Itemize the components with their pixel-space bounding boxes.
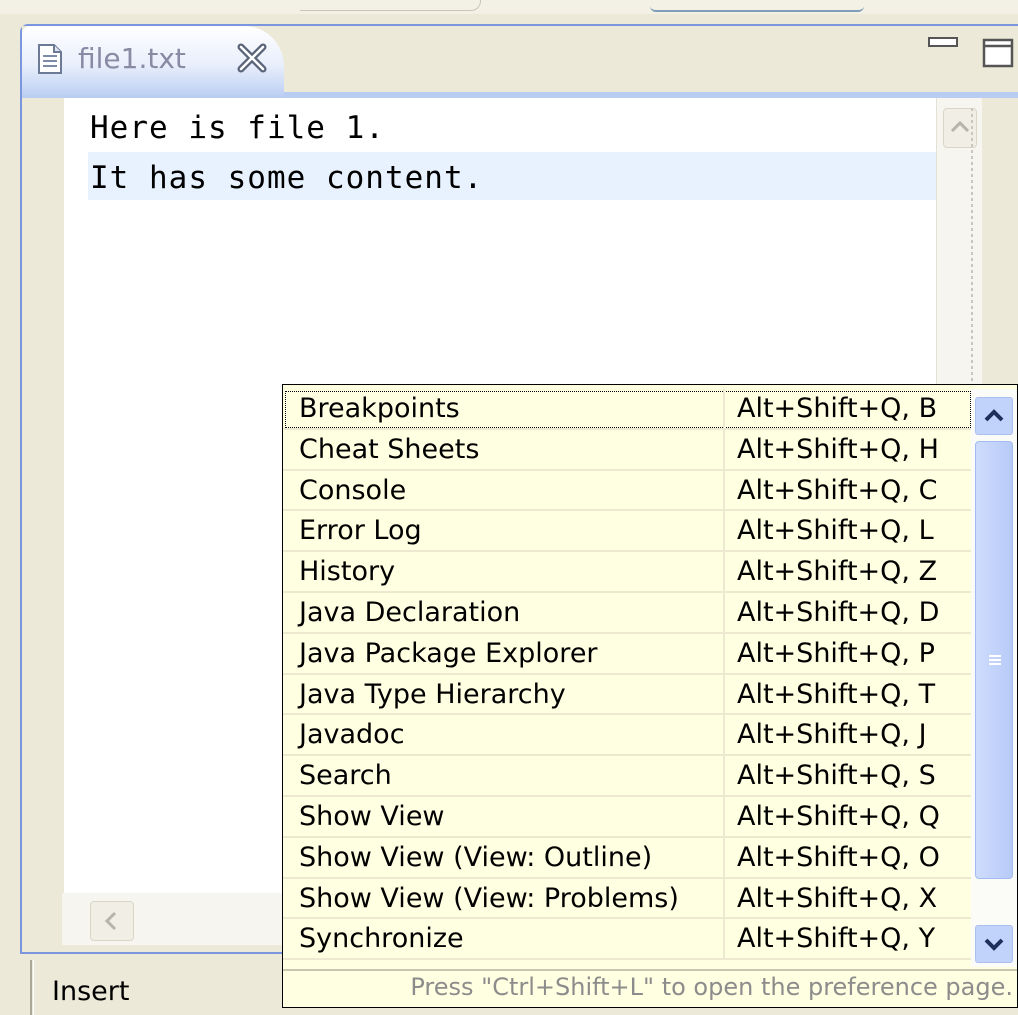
quick-access-item-shortcut: Alt+Shift+Q, P: [737, 637, 935, 669]
quick-access-item[interactable]: Breakpoints Alt+Shift+Q, B: [283, 389, 973, 430]
background-tab-edge: [650, 0, 864, 12]
column-separator: [723, 878, 725, 918]
quick-access-scrollbar[interactable]: [971, 389, 1017, 967]
status-insert-mode: Insert: [52, 976, 130, 1007]
top-strip: [0, 0, 1018, 14]
quick-access-item-name: Show View: [299, 801, 445, 832]
minimize-icon[interactable]: [928, 34, 958, 54]
quick-access-item-shortcut: Alt+Shift+Q, H: [737, 433, 939, 465]
preference-hint: Press "Ctrl+Shift+L" to open the prefere…: [410, 973, 1013, 1001]
quick-access-item[interactable]: Show View Alt+Shift+Q, Q: [283, 797, 973, 838]
quick-access-item-shortcut: Alt+Shift+Q, S: [737, 760, 936, 792]
quick-access-item-name: Breakpoints: [299, 393, 460, 424]
quick-access-item-shortcut: Alt+Shift+Q, T: [737, 678, 936, 710]
scroll-down-button[interactable]: [975, 925, 1013, 963]
column-separator: [723, 715, 725, 755]
editor-text-lines: Here is file 1. It has some content.: [64, 98, 936, 298]
chevron-down-icon: [984, 938, 1004, 951]
quick-access-item-name: Cheat Sheets: [299, 433, 480, 465]
editor-line-1: Here is file 1.: [90, 110, 385, 146]
quick-access-item[interactable]: Search Alt+Shift+Q, S: [283, 756, 973, 797]
quick-access-item[interactable]: Synchronize Alt+Shift+Q, Y: [283, 919, 973, 961]
column-separator: [723, 470, 725, 510]
column-separator: [723, 797, 725, 836]
column-separator: [723, 511, 725, 551]
quick-access-item-shortcut: Alt+Shift+Q, Z: [737, 556, 938, 588]
quick-access-item-shortcut: Alt+Shift+Q, O: [737, 841, 940, 873]
scrollbar-thumb[interactable]: [975, 441, 1013, 879]
quick-access-item-shortcut: Alt+Shift+Q, J: [737, 719, 927, 751]
quick-access-item-shortcut: Alt+Shift+Q, Y: [737, 923, 936, 955]
quick-access-popup: Breakpoints Alt+Shift+Q, B Cheat Sheets …: [282, 384, 1018, 1008]
editor-tab-label: file1.txt: [78, 42, 186, 75]
column-separator: [723, 389, 725, 428]
quick-access-item[interactable]: History Alt+Shift+Q, Z: [283, 552, 973, 593]
quick-access-item[interactable]: Java Type Hierarchy Alt+Shift+Q, T: [283, 674, 973, 716]
column-separator: [723, 756, 725, 795]
chevron-left-icon: [104, 911, 117, 931]
quick-access-item-shortcut: Alt+Shift+Q, X: [737, 882, 938, 914]
status-separator-highlight: [33, 960, 34, 1015]
scroll-up-button[interactable]: [975, 397, 1013, 435]
text-file-icon: [38, 44, 62, 74]
quick-access-item-name: Error Log: [299, 515, 422, 547]
quick-access-item[interactable]: Show View (View: Problems) Alt+Shift+Q, …: [283, 878, 973, 920]
status-separator: [30, 960, 32, 1015]
maximize-icon[interactable]: [982, 38, 1014, 68]
quick-access-item-shortcut: Alt+Shift+Q, D: [737, 597, 940, 628]
quick-access-item[interactable]: Show View (View: Outline) Alt+Shift+Q, O: [283, 837, 973, 879]
quick-access-item[interactable]: Java Declaration Alt+Shift+Q, D: [283, 593, 973, 634]
quick-access-item-name: Java Type Hierarchy: [299, 678, 566, 710]
column-separator: [723, 837, 725, 877]
column-separator: [723, 633, 725, 673]
quick-access-item-name: Show View (View: Outline): [299, 841, 653, 873]
close-icon[interactable]: [234, 40, 270, 76]
quick-access-item-name: Javadoc: [299, 719, 405, 751]
column-separator: [723, 552, 725, 591]
quick-access-item-shortcut: Alt+Shift+Q, C: [737, 474, 938, 506]
editor-tab-file1[interactable]: file1.txt: [22, 26, 284, 98]
quick-access-item-shortcut: Alt+Shift+Q, Q: [737, 801, 940, 832]
quick-access-item[interactable]: Java Package Explorer Alt+Shift+Q, P: [283, 633, 973, 675]
column-separator: [723, 593, 725, 632]
editor-line-2: It has some content.: [90, 160, 484, 196]
quick-access-item-name: Java Declaration: [299, 597, 521, 628]
quick-access-item-name: Show View (View: Problems): [299, 882, 679, 914]
column-separator: [723, 919, 725, 959]
quick-access-item-name: Console: [299, 474, 407, 506]
editor-gutter: [24, 98, 64, 893]
quick-access-item-shortcut: Alt+Shift+Q, L: [737, 515, 934, 547]
column-separator: [723, 429, 725, 469]
quick-access-item-name: Synchronize: [299, 923, 464, 955]
background-tab-edge: [300, 0, 481, 11]
grip-icon: [989, 655, 1001, 665]
quick-access-item-name: Java Package Explorer: [299, 637, 598, 669]
quick-access-item[interactable]: Console Alt+Shift+Q, C: [283, 470, 973, 512]
column-separator: [723, 674, 725, 714]
chevron-up-icon: [984, 409, 1004, 422]
quick-access-item[interactable]: Javadoc Alt+Shift+Q, J: [283, 715, 973, 757]
quick-access-item-shortcut: Alt+Shift+Q, B: [737, 393, 938, 424]
quick-access-item-name: History: [299, 556, 396, 588]
quick-access-footer: Press "Ctrl+Shift+L" to open the prefere…: [283, 969, 1017, 1007]
quick-access-item[interactable]: Cheat Sheets Alt+Shift+Q, H: [283, 429, 973, 471]
quick-access-item-name: Search: [299, 760, 392, 792]
scroll-left-button[interactable]: [90, 901, 134, 941]
quick-access-item[interactable]: Error Log Alt+Shift+Q, L: [283, 511, 973, 553]
